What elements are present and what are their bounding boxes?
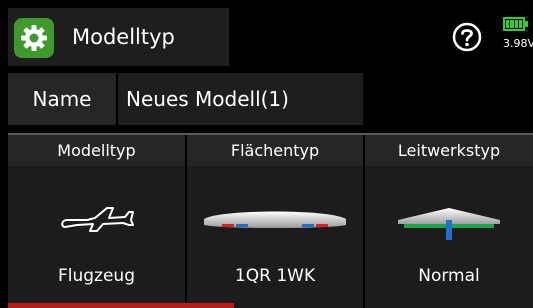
tail-icon	[365, 196, 533, 246]
tail-type-value: Normal	[418, 266, 480, 286]
battery-tip	[525, 21, 528, 27]
column-header-flaechentyp: Flächentyp	[187, 135, 363, 166]
name-row[interactable]: Name Neues Modell(1)	[8, 73, 363, 125]
wing-type-value: 1QR 1WK	[234, 266, 316, 286]
selection-indicator	[8, 303, 234, 308]
column-header-leitwerkstyp: Leitwerkstyp	[365, 135, 533, 166]
airplane-icon	[8, 196, 185, 246]
help-icon[interactable]	[452, 22, 482, 52]
name-value: Neues Modell(1)	[126, 87, 289, 111]
battery-indicator: 3.98V	[503, 17, 533, 53]
gear-icon[interactable]	[14, 18, 54, 58]
page-title: Modelltyp	[72, 25, 175, 49]
battery-icon	[503, 17, 525, 31]
column-header-modelltyp: Modelltyp	[8, 135, 185, 166]
wing-icon	[187, 196, 363, 246]
model-type-option[interactable]: Flugzeug	[8, 166, 185, 308]
name-label: Name	[8, 73, 116, 125]
name-field[interactable]: Neues Modell(1)	[118, 73, 363, 125]
wing-type-option[interactable]: 1QR 1WK	[187, 166, 363, 308]
model-type-value: Flugzeug	[57, 266, 135, 286]
tail-type-option[interactable]: Normal	[365, 166, 533, 308]
battery-voltage: 3.98V	[503, 37, 533, 50]
title-bar: Modelltyp	[8, 8, 229, 66]
